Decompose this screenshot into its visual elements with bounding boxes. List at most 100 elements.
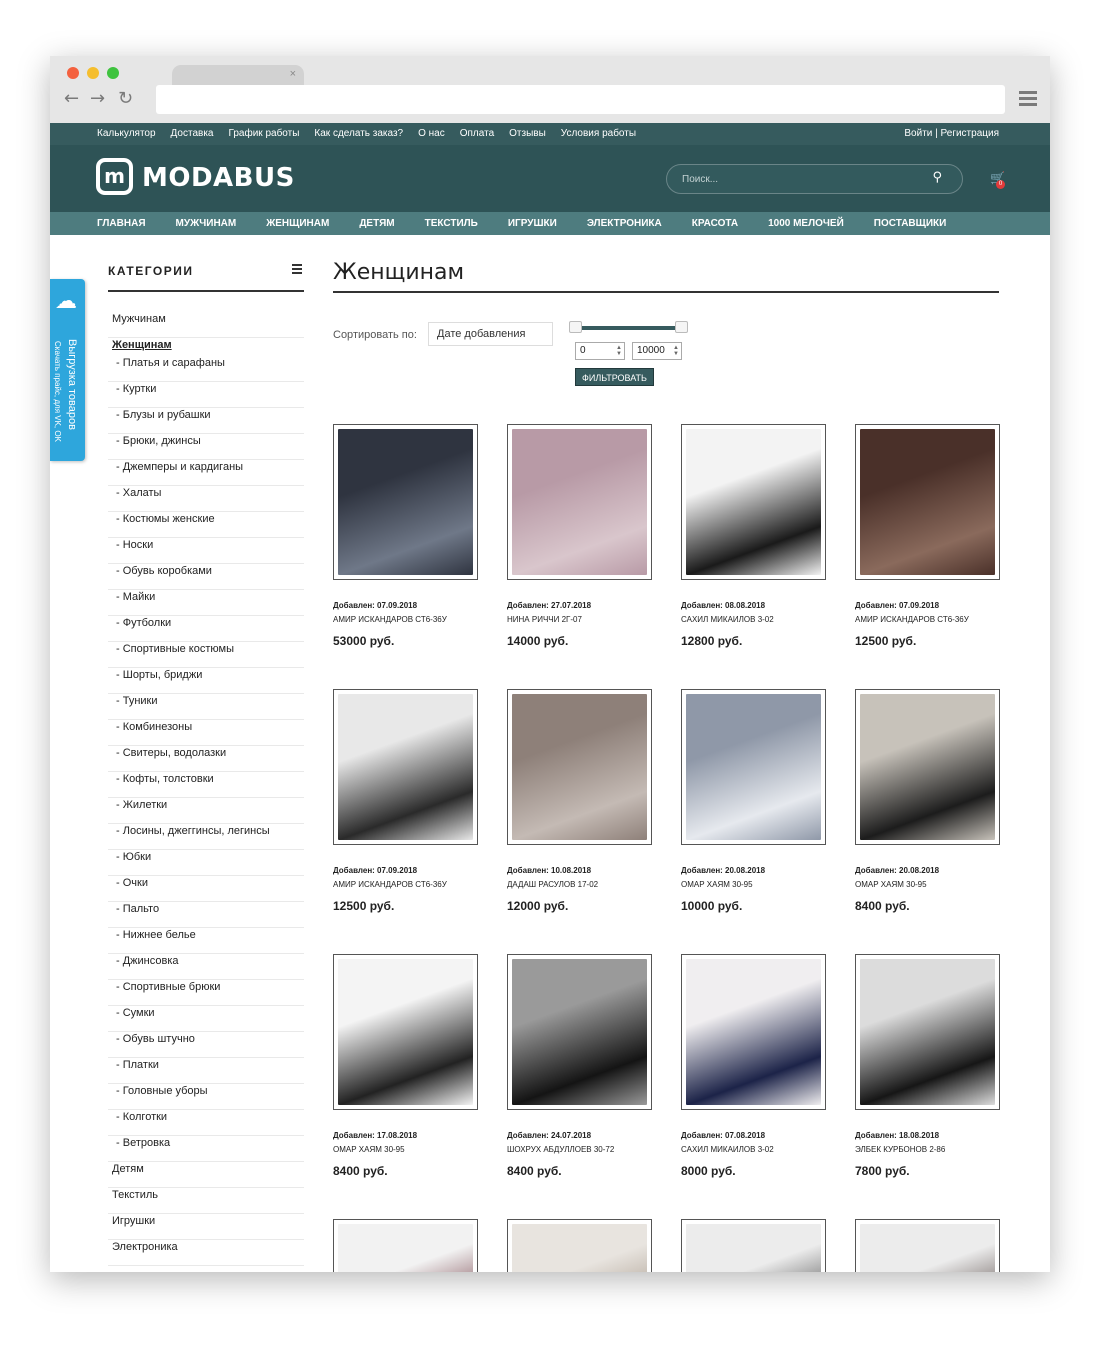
category-item[interactable]: Игрушки: [108, 1214, 304, 1240]
login-register-link[interactable]: Войти | Регистрация: [904, 128, 999, 139]
category-item-active[interactable]: Женщинам: [108, 338, 304, 356]
product-image[interactable]: [855, 689, 1000, 845]
top-link[interactable]: Отзывы: [509, 128, 546, 139]
product-card[interactable]: [333, 1219, 478, 1272]
subcategory-item[interactable]: - Футболки: [108, 616, 304, 642]
subcategory-item[interactable]: - Свитеры, водолазки: [108, 746, 304, 772]
subcategory-item[interactable]: - Халаты: [108, 486, 304, 512]
subcategory-item[interactable]: - Носки: [108, 538, 304, 564]
product-image[interactable]: [681, 424, 826, 580]
sort-select[interactable]: Дате добавления: [428, 322, 553, 346]
product-image[interactable]: [507, 954, 652, 1110]
product-card[interactable]: Добавлен: 20.08.2018 ОМАР ХАЯМ 30-95 10000…: [681, 689, 826, 913]
product-image[interactable]: [507, 1219, 652, 1272]
top-link[interactable]: Доставка: [171, 128, 214, 139]
price-slider-min-handle[interactable]: [569, 321, 582, 333]
minimize-window-button[interactable]: [87, 67, 99, 79]
price-max-input[interactable]: 10000 ▲ ▼: [632, 342, 682, 360]
subcategory-item[interactable]: - Джемперы и кардиганы: [108, 460, 304, 486]
main-nav-item[interactable]: 1000 МЕЛОЧЕЙ: [768, 218, 844, 229]
product-card[interactable]: Добавлен: 27.07.2018 НИНА РИЧЧИ 2Г-07 1400…: [507, 424, 652, 648]
logo-text[interactable]: MODABUS: [142, 163, 295, 193]
product-image[interactable]: [681, 689, 826, 845]
export-products-tab[interactable]: ☁ Выгрузка товаров Скачать прайс, для VK…: [50, 279, 85, 461]
logo-icon[interactable]: m: [96, 158, 133, 195]
main-nav-item[interactable]: ПОСТАВЩИКИ: [874, 218, 947, 229]
search-input[interactable]: Поиск... ⚲: [666, 164, 963, 194]
subcategory-item[interactable]: - Нижнее белье: [108, 928, 304, 954]
product-card[interactable]: Добавлен: 07.09.2018 АМИР ИСКАНДАРОВ СТ6-…: [333, 424, 478, 648]
main-nav-item[interactable]: ДЕТЯМ: [359, 218, 394, 229]
subcategory-item[interactable]: - Блузы и рубашки: [108, 408, 304, 434]
tab-close-icon[interactable]: ×: [290, 68, 296, 80]
top-link[interactable]: О нас: [418, 128, 445, 139]
subcategory-item[interactable]: - Юбки: [108, 850, 304, 876]
subcategory-item[interactable]: - Лосины, джеггинсы, легинсы: [108, 824, 304, 850]
product-card[interactable]: [855, 1219, 1000, 1272]
category-item[interactable]: Мужчинам: [108, 312, 304, 338]
subcategory-item[interactable]: - Туники: [108, 694, 304, 720]
price-slider-track[interactable]: [575, 326, 681, 330]
product-card[interactable]: Добавлен: 24.07.2018 ШОХРУХ АБДУЛЛОЕВ 30-…: [507, 954, 652, 1178]
product-card[interactable]: Добавлен: 07.08.2018 САХИЛ МИКАИЛОВ 3-02 8…: [681, 954, 826, 1178]
main-nav-item[interactable]: ГЛАВНАЯ: [97, 218, 146, 229]
subcategory-item[interactable]: - Кофты, толстовки: [108, 772, 304, 798]
category-item[interactable]: Электроника: [108, 1240, 304, 1266]
product-image[interactable]: [855, 1219, 1000, 1272]
product-image[interactable]: [333, 424, 478, 580]
subcategory-item[interactable]: - Головные уборы: [108, 1084, 304, 1110]
product-image[interactable]: [681, 1219, 826, 1272]
product-image[interactable]: [855, 424, 1000, 580]
product-image[interactable]: [333, 954, 478, 1110]
product-card[interactable]: Добавлен: 20.08.2018 ОМАР ХАЯМ 30-95 8400 …: [855, 689, 1000, 913]
product-image[interactable]: [507, 689, 652, 845]
subcategory-item[interactable]: - Платья и сарафаны: [108, 356, 304, 382]
subcategory-item[interactable]: - Комбинезоны: [108, 720, 304, 746]
category-item[interactable]: Детям: [108, 1162, 304, 1188]
filter-button[interactable]: ФИЛЬТРОВАТЬ: [575, 368, 654, 386]
subcategory-item[interactable]: - Джинсовка: [108, 954, 304, 980]
product-card[interactable]: [681, 1219, 826, 1272]
product-card[interactable]: [507, 1219, 652, 1272]
subcategory-item[interactable]: - Очки: [108, 876, 304, 902]
product-image[interactable]: [855, 954, 1000, 1110]
browser-tab[interactable]: ×: [172, 65, 304, 85]
forward-arrow-icon[interactable]: →: [90, 88, 105, 109]
subcategory-item[interactable]: - Жилетки: [108, 798, 304, 824]
subcategory-item[interactable]: - Ветровка: [108, 1136, 304, 1162]
subcategory-item[interactable]: - Колготки: [108, 1110, 304, 1136]
product-image[interactable]: [333, 1219, 478, 1272]
subcategory-item[interactable]: - Костюмы женские: [108, 512, 304, 538]
subcategory-item[interactable]: - Спортивные костюмы: [108, 642, 304, 668]
top-link[interactable]: Оплата: [460, 128, 494, 139]
top-link[interactable]: Условия работы: [561, 128, 636, 139]
main-nav-item[interactable]: ТЕКСТИЛЬ: [425, 218, 478, 229]
sidebar-menu-icon[interactable]: [292, 264, 302, 276]
browser-menu-icon[interactable]: [1019, 91, 1037, 109]
close-window-button[interactable]: [67, 67, 79, 79]
top-link[interactable]: График работы: [229, 128, 300, 139]
main-nav-item[interactable]: ЭЛЕКТРОНИКА: [587, 218, 662, 229]
product-card[interactable]: Добавлен: 18.08.2018 ЭЛБЕК КУРБОНОВ 2-86 7…: [855, 954, 1000, 1178]
subcategory-item[interactable]: - Шорты, бриджи: [108, 668, 304, 694]
search-icon[interactable]: ⚲: [932, 170, 942, 185]
subcategory-item[interactable]: - Обувь коробками: [108, 564, 304, 590]
main-nav-item[interactable]: ЖЕНЩИНАМ: [266, 218, 329, 229]
price-slider-max-handle[interactable]: [675, 321, 688, 333]
main-nav-item[interactable]: ИГРУШКИ: [508, 218, 557, 229]
subcategory-item[interactable]: - Куртки: [108, 382, 304, 408]
product-card[interactable]: Добавлен: 07.09.2018 АМИР ИСКАНДАРОВ СТ6-…: [855, 424, 1000, 648]
product-card[interactable]: Добавлен: 17.08.2018 ОМАР ХАЯМ 30-95 8400 …: [333, 954, 478, 1178]
top-link[interactable]: Как сделать заказ?: [314, 128, 403, 139]
price-min-input[interactable]: 0 ▲ ▼: [575, 342, 625, 360]
product-card[interactable]: Добавлен: 10.08.2018 ДАДАШ РАСУЛОВ 17-02 1…: [507, 689, 652, 913]
product-image[interactable]: [507, 424, 652, 580]
subcategory-item[interactable]: - Сумки: [108, 1006, 304, 1032]
main-nav-item[interactable]: МУЖЧИНАМ: [176, 218, 237, 229]
back-arrow-icon[interactable]: ←: [64, 88, 79, 109]
top-link[interactable]: Калькулятор: [97, 128, 156, 139]
product-image[interactable]: [333, 689, 478, 845]
subcategory-item[interactable]: - Платки: [108, 1058, 304, 1084]
address-bar[interactable]: [156, 85, 1005, 114]
category-item[interactable]: Текстиль: [108, 1188, 304, 1214]
